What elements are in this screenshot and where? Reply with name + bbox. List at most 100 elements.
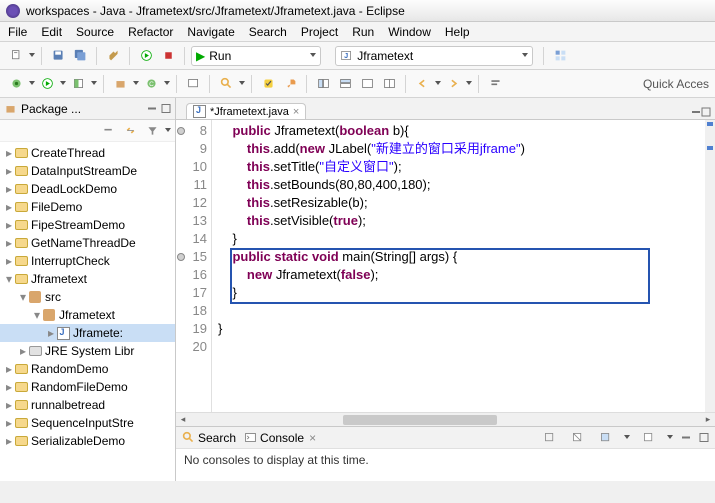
tree-item[interactable]: ▸Jframete: xyxy=(0,324,175,342)
run-config-field[interactable] xyxy=(209,49,309,63)
dropdown-icon[interactable] xyxy=(466,81,472,87)
console-open-icon[interactable] xyxy=(638,428,658,448)
nav-back-button[interactable] xyxy=(412,74,432,94)
console-clear-icon[interactable] xyxy=(567,428,587,448)
save-button[interactable] xyxy=(48,46,68,66)
project-field[interactable] xyxy=(357,49,517,63)
console-tab[interactable]: Console × xyxy=(244,431,316,445)
dropdown-icon[interactable] xyxy=(91,81,97,87)
close-icon[interactable]: × xyxy=(293,106,299,118)
layout2-icon[interactable] xyxy=(335,74,355,94)
build-button[interactable] xyxy=(103,46,123,66)
maximize-icon[interactable] xyxy=(701,105,711,119)
dropdown-icon[interactable] xyxy=(239,81,245,87)
expand-arrow-icon[interactable]: ▸ xyxy=(4,362,14,376)
new-package-button[interactable] xyxy=(110,74,130,94)
dropdown-icon[interactable] xyxy=(310,53,316,59)
code-editor[interactable]: 891011121314151617181920 public Jframete… xyxy=(176,120,715,412)
tree-item[interactable]: ▸InterruptCheck xyxy=(0,252,175,270)
menu-project[interactable]: Project xyxy=(301,25,338,39)
expand-arrow-icon[interactable]: ▸ xyxy=(4,200,14,214)
layout3-icon[interactable] xyxy=(357,74,377,94)
search-tab[interactable]: Search xyxy=(182,431,236,445)
menu-source[interactable]: Source xyxy=(76,25,114,39)
pin-button[interactable] xyxy=(280,74,300,94)
tree-item[interactable]: ▾Jframetext xyxy=(0,306,175,324)
expand-arrow-icon[interactable]: ▸ xyxy=(4,146,14,160)
menu-navigate[interactable]: Navigate xyxy=(187,25,234,39)
expand-arrow-icon[interactable]: ▸ xyxy=(4,254,14,268)
expand-arrow-icon[interactable]: ▸ xyxy=(4,380,14,394)
filter-icon[interactable] xyxy=(142,121,162,141)
code-content[interactable]: public Jframetext(boolean b){ this.add(n… xyxy=(212,120,531,412)
scroll-right-icon[interactable]: ▸ xyxy=(701,414,715,426)
menu-window[interactable]: Window xyxy=(388,25,431,39)
menu-refactor[interactable]: Refactor xyxy=(128,25,173,39)
collapse-icon[interactable] xyxy=(98,121,118,141)
tree-item[interactable]: ▸CreateThread xyxy=(0,144,175,162)
link-icon[interactable] xyxy=(120,121,140,141)
tree-item[interactable]: ▸DeadLockDemo xyxy=(0,180,175,198)
coverage-button[interactable] xyxy=(68,74,88,94)
tree-item[interactable]: ▸SerializableDemo xyxy=(0,432,175,450)
dropdown-icon[interactable] xyxy=(667,435,673,441)
console-pin-icon[interactable] xyxy=(539,428,559,448)
tree-item[interactable]: ▸RandomDemo xyxy=(0,360,175,378)
nav-fwd-button[interactable] xyxy=(443,74,463,94)
dropdown-icon[interactable] xyxy=(29,81,35,87)
expand-arrow-icon[interactable]: ▸ xyxy=(4,416,14,430)
run-config-combo[interactable]: ▶ xyxy=(191,46,321,66)
toggle-mark-button[interactable] xyxy=(258,74,278,94)
project-selector[interactable]: J xyxy=(335,46,533,66)
expand-arrow-icon[interactable]: ▸ xyxy=(4,236,14,250)
tree-item[interactable]: ▸GetNameThreadDe xyxy=(0,234,175,252)
expand-arrow-icon[interactable]: ▸ xyxy=(18,344,28,358)
tree-item[interactable]: ▸FipeStreamDemo xyxy=(0,216,175,234)
close-icon[interactable]: × xyxy=(309,431,316,445)
menu-help[interactable]: Help xyxy=(445,25,470,39)
new-class-button[interactable]: C xyxy=(141,74,161,94)
expand-arrow-icon[interactable]: ▸ xyxy=(4,218,14,232)
expand-arrow-icon[interactable]: ▸ xyxy=(4,398,14,412)
expand-arrow-icon[interactable]: ▸ xyxy=(4,164,14,178)
maximize-icon[interactable] xyxy=(699,431,709,445)
expand-arrow-icon[interactable]: ▸ xyxy=(4,182,14,196)
expand-arrow-icon[interactable]: ▾ xyxy=(32,308,42,322)
menu-edit[interactable]: Edit xyxy=(41,25,62,39)
minimize-icon[interactable] xyxy=(691,105,701,119)
menu-run[interactable]: Run xyxy=(352,25,374,39)
run-last-button[interactable] xyxy=(37,74,57,94)
dropdown-icon[interactable] xyxy=(164,81,170,87)
save-all-button[interactable] xyxy=(70,46,90,66)
horizontal-scrollbar[interactable]: ◂ ▸ xyxy=(176,412,715,426)
tree-item[interactable]: ▸runnalbetread xyxy=(0,396,175,414)
stop-button[interactable] xyxy=(158,46,178,66)
expand-arrow-icon[interactable]: ▾ xyxy=(4,272,14,286)
menu-search[interactable]: Search xyxy=(249,25,287,39)
dropdown-icon[interactable] xyxy=(435,81,441,87)
view-menu-icon[interactable] xyxy=(165,128,171,134)
collapse-all-button[interactable] xyxy=(485,74,505,94)
search-button[interactable] xyxy=(216,74,236,94)
expand-arrow-icon[interactable]: ▸ xyxy=(46,326,56,340)
layout1-icon[interactable] xyxy=(313,74,333,94)
debug-button[interactable] xyxy=(6,74,26,94)
project-tree[interactable]: ▸CreateThread▸DataInputStreamDe▸DeadLock… xyxy=(0,142,175,481)
tree-item[interactable]: ▾Jframetext xyxy=(0,270,175,288)
tree-item[interactable]: ▸SequenceInputStre xyxy=(0,414,175,432)
tree-item[interactable]: ▸RandomFileDemo xyxy=(0,378,175,396)
menu-file[interactable]: File xyxy=(8,25,27,39)
tree-item[interactable]: ▸JRE System Libr xyxy=(0,342,175,360)
run-button[interactable] xyxy=(136,46,156,66)
minimize-icon[interactable] xyxy=(681,431,691,445)
expand-arrow-icon[interactable]: ▾ xyxy=(18,290,28,304)
layout4-icon[interactable] xyxy=(379,74,399,94)
overview-ruler[interactable] xyxy=(705,120,715,412)
scroll-left-icon[interactable]: ◂ xyxy=(176,414,190,426)
dropdown-icon[interactable] xyxy=(60,81,66,87)
dropdown-icon[interactable] xyxy=(522,53,528,59)
expand-arrow-icon[interactable]: ▸ xyxy=(4,434,14,448)
tree-item[interactable]: ▸DataInputStreamDe xyxy=(0,162,175,180)
dropdown-icon[interactable] xyxy=(624,435,630,441)
quick-access[interactable]: Quick Acces xyxy=(643,77,709,91)
